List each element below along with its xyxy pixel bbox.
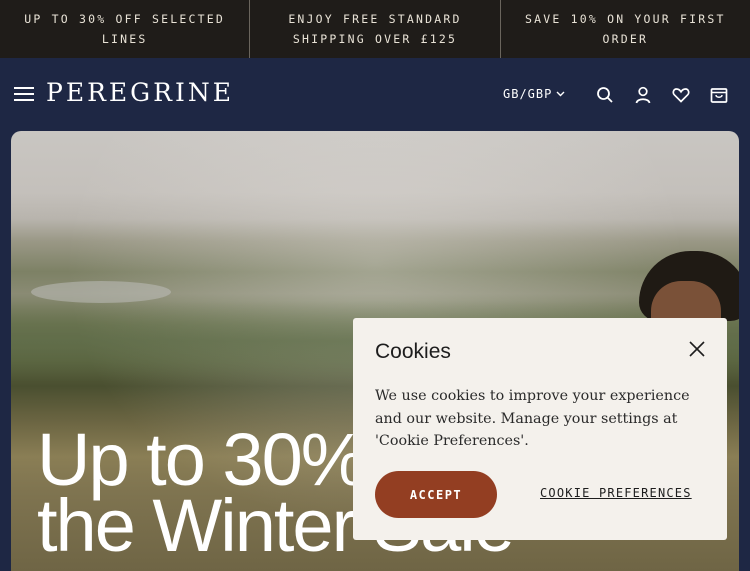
menu-icon[interactable] [14,87,34,103]
accept-button[interactable]: ACCEPT [375,471,497,518]
chevron-down-icon [556,91,565,97]
wishlist-icon[interactable] [672,86,690,104]
hero-landscape [31,281,171,303]
account-icon[interactable] [634,86,652,104]
promo-item[interactable]: SAVE 10% ON YOUR FIRST ORDER [501,0,750,58]
currency-label: GB/GBP [503,87,553,101]
currency-selector[interactable]: GB/GBP [503,87,565,101]
bag-icon[interactable] [710,86,728,104]
cookie-title: Cookies [375,340,451,363]
promo-bar: UP TO 30% OFF SELECTED LINES ENJOY FREE … [0,0,750,58]
search-icon[interactable] [596,86,614,104]
cookie-dialog: Cookies We use cookies to improve your e… [353,318,727,540]
site-header: PEREGRINE GB/GBP [0,58,750,131]
cookie-preferences-link[interactable]: COOKIE PREFERENCES [540,486,692,500]
promo-item[interactable]: ENJOY FREE STANDARD SHIPPING OVER £125 [250,0,501,58]
cookie-body: We use cookies to improve your experienc… [375,388,690,449]
brand-logo[interactable]: PEREGRINE [46,78,234,107]
close-icon[interactable] [689,341,705,357]
promo-item[interactable]: UP TO 30% OFF SELECTED LINES [0,0,251,58]
